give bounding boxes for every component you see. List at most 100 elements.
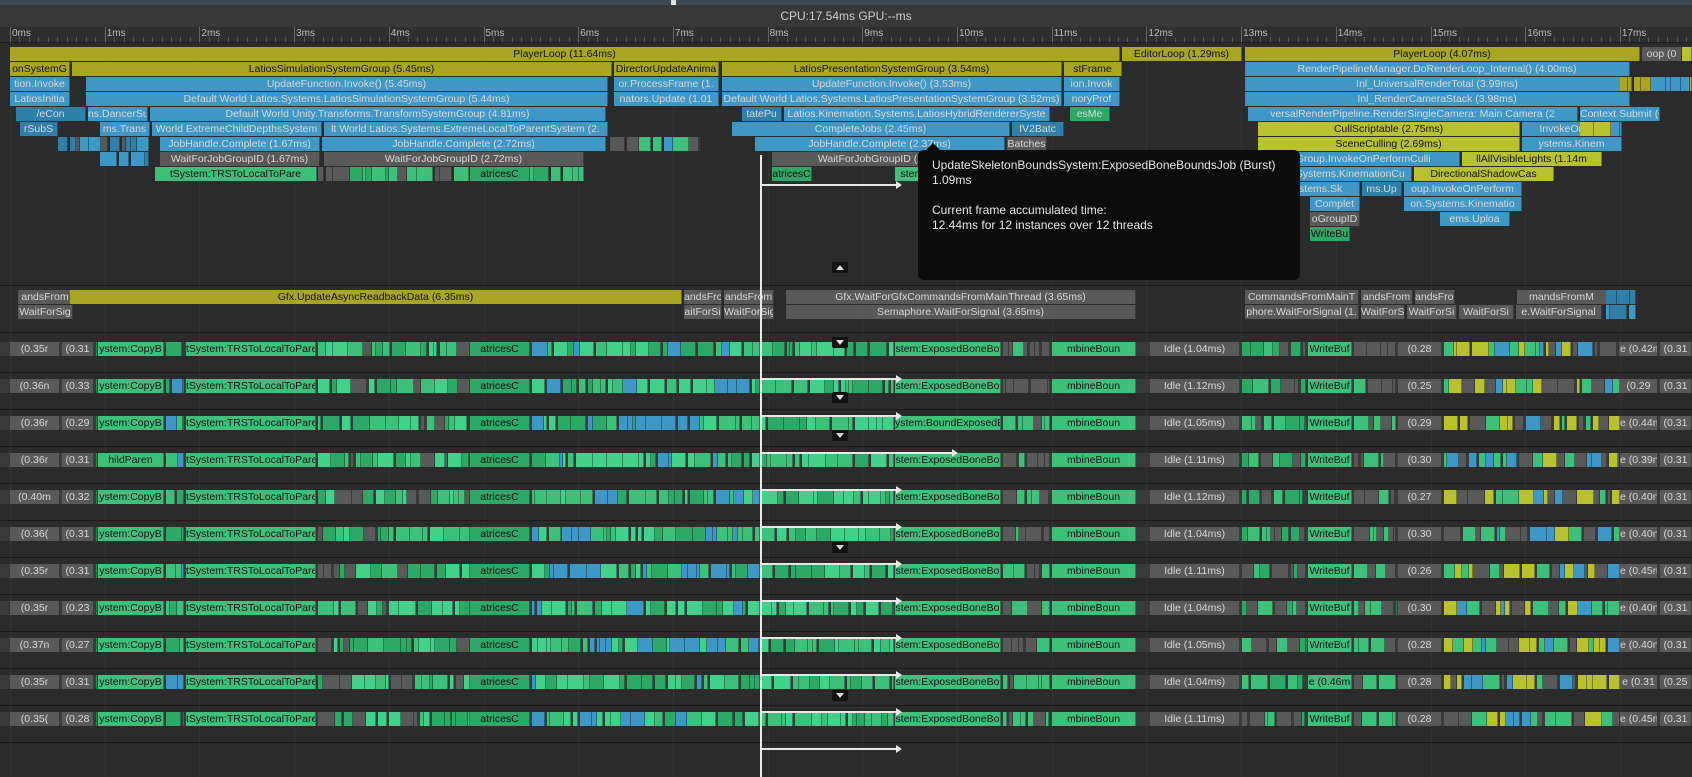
sample-sliver[interactable] (411, 416, 419, 430)
sample-sliver[interactable] (776, 379, 792, 393)
profiler-sample[interactable]: Idle (1.12ms) (1150, 490, 1240, 504)
sample-sliver[interactable] (349, 527, 365, 541)
sample-sliver[interactable] (1382, 379, 1394, 393)
profiler-sample[interactable]: LatiosInitia (10, 92, 70, 106)
sample-sliver[interactable] (96, 453, 97, 467)
sample-sliver[interactable] (1458, 712, 1473, 726)
sample-sliver[interactable] (407, 638, 413, 652)
sample-sliver[interactable] (322, 527, 337, 541)
sample-sliver[interactable] (1473, 564, 1491, 578)
sample-sliver[interactable] (1467, 490, 1485, 504)
sample-sliver[interactable] (873, 638, 882, 652)
sample-sliver[interactable] (318, 453, 331, 467)
sample-sliver[interactable] (832, 416, 849, 430)
sample-sliver[interactable] (722, 601, 735, 615)
sample-sliver[interactable] (1559, 601, 1566, 615)
profiler-sample[interactable]: WaitForSi (1361, 305, 1405, 319)
sample-sliver[interactable] (823, 601, 829, 615)
sample-sliver[interactable] (535, 490, 547, 504)
sample-sliver[interactable] (456, 638, 470, 652)
sample-sliver[interactable] (549, 527, 562, 541)
profiler-sample[interactable]: rSubS (20, 122, 58, 136)
profiler-sample[interactable]: (0.31 (1660, 601, 1692, 615)
sample-sliver[interactable] (1558, 379, 1576, 393)
sample-sliver[interactable] (396, 527, 411, 541)
sample-sliver[interactable] (430, 527, 445, 541)
sample-sliver[interactable] (397, 379, 414, 393)
sample-sliver[interactable] (1514, 416, 1525, 430)
profiler-sample[interactable]: (0.35r (10, 342, 60, 356)
sample-sliver[interactable] (740, 675, 751, 689)
sample-sliver[interactable] (1606, 290, 1617, 304)
sample-sliver[interactable] (1033, 712, 1046, 726)
sample-sliver[interactable] (635, 564, 642, 578)
sample-sliver[interactable] (364, 527, 376, 541)
sample-sliver[interactable] (1466, 601, 1481, 615)
profiler-sample[interactable]: tSystem:TRSToLocalToPare (186, 601, 316, 615)
profiler-sample[interactable]: LatiosPresentationSystemGroup (3.54ms) (722, 62, 1062, 76)
sample-sliver[interactable] (1270, 675, 1286, 689)
sample-sliver[interactable] (422, 527, 429, 541)
sample-sliver[interactable] (847, 342, 855, 356)
profiler-sample[interactable]: andsFrom (724, 290, 774, 304)
sample-sliver[interactable] (794, 638, 809, 652)
sample-sliver[interactable] (459, 527, 470, 541)
sample-sliver[interactable] (762, 527, 775, 541)
sample-sliver[interactable] (579, 342, 594, 356)
sample-sliver[interactable] (1379, 490, 1390, 504)
sample-sliver[interactable] (1031, 379, 1048, 393)
sample-sliver[interactable] (1362, 675, 1378, 689)
sample-sliver[interactable] (813, 638, 818, 652)
sample-sliver[interactable] (806, 527, 817, 541)
sample-sliver[interactable] (1277, 638, 1288, 652)
sample-sliver[interactable] (1455, 564, 1462, 578)
profiler-sample[interactable]: esMe (1070, 107, 1110, 121)
sample-sliver[interactable] (857, 601, 865, 615)
profiler-sample[interactable]: WriteBuf (1308, 490, 1352, 504)
sample-sliver[interactable] (1506, 712, 1514, 726)
profiler-sample[interactable]: WriteBuf (1308, 601, 1352, 615)
sample-sliver[interactable] (96, 601, 97, 615)
profiler-sample[interactable]: tSystem:TRSToLocalToPare (186, 490, 316, 504)
sample-sliver[interactable] (1003, 453, 1017, 467)
profiler-sample[interactable]: Default World Latios.Systems.LatiosPrese… (722, 92, 1062, 106)
profiler-sample[interactable]: Context.Submit (0.9 (1580, 107, 1660, 121)
sample-sliver[interactable] (421, 379, 435, 393)
sample-sliver[interactable] (352, 712, 366, 726)
sample-sliver[interactable] (367, 638, 385, 652)
sample-sliver[interactable] (684, 490, 688, 504)
sample-sliver[interactable] (881, 638, 891, 652)
sample-sliver[interactable] (1562, 342, 1571, 356)
profiler-sample[interactable]: ystems.Kinem (1522, 137, 1622, 151)
sample-sliver[interactable] (794, 453, 800, 467)
sample-sliver[interactable] (345, 564, 356, 578)
sample-sliver[interactable] (630, 527, 637, 541)
sample-sliver[interactable] (753, 490, 760, 504)
sample-sliver[interactable] (809, 675, 821, 689)
sample-sliver[interactable] (1384, 453, 1396, 467)
sample-sliver[interactable] (1294, 712, 1302, 726)
sample-sliver[interactable] (635, 416, 646, 430)
sample-sliver[interactable] (1359, 638, 1369, 652)
sample-sliver[interactable] (1585, 712, 1602, 726)
sample-sliver[interactable] (762, 416, 766, 430)
sample-sliver[interactable] (561, 638, 569, 652)
profiler-sample[interactable]: atricesC (470, 601, 530, 615)
sample-sliver[interactable] (652, 137, 663, 151)
sample-sliver[interactable] (762, 601, 773, 615)
profiler-sample[interactable]: (0.30 (1398, 527, 1442, 541)
sample-sliver[interactable] (372, 167, 386, 181)
sample-sliver[interactable] (1242, 453, 1250, 467)
sample-sliver[interactable] (655, 712, 664, 726)
sample-sliver[interactable] (637, 379, 648, 393)
sample-sliver[interactable] (872, 564, 886, 578)
sample-sliver[interactable] (1364, 453, 1380, 467)
profiler-sample[interactable]: (0.27 (62, 638, 94, 652)
sample-sliver[interactable] (177, 601, 184, 615)
sample-sliver[interactable] (455, 416, 468, 430)
profiler-sample[interactable]: e (0.44m (1620, 416, 1658, 430)
profiler-sample[interactable]: RenderPipelineManager.DoRenderLoop_Inter… (1245, 62, 1630, 76)
sample-sliver[interactable] (334, 712, 343, 726)
sample-sliver[interactable] (417, 167, 433, 181)
sample-sliver[interactable] (1513, 712, 1521, 726)
